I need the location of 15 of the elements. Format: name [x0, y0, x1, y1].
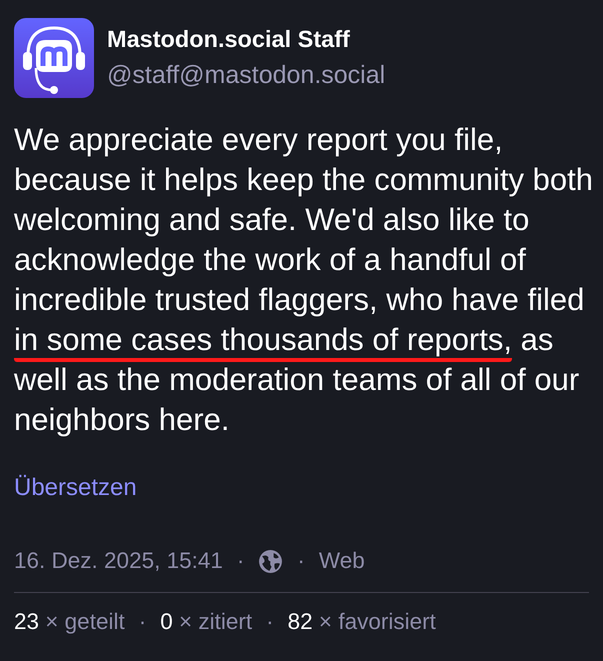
- globe-icon: [258, 548, 284, 574]
- post-text: We appreciate every report you file, because it helps keep the community both welcoming and safe. We'd also like to acknowledge the work of a handful of incredible trusted flaggers, who have filed in some cases thousands of reports, as well as the moderation teams of all of our neighbors here.: [14, 121, 594, 439]
- stat-link[interactable]: 82 × favorisiert: [288, 609, 436, 635]
- display-name[interactable]: Mastodon.social Staff: [107, 26, 386, 53]
- separator-dot: ·: [297, 548, 305, 574]
- separator-dot: ·: [266, 609, 274, 635]
- stat-link[interactable]: 0 × zitiert: [160, 609, 252, 635]
- stat-link[interactable]: 23 × geteilt: [14, 609, 125, 635]
- translate-link[interactable]: Übersetzen: [14, 474, 137, 502]
- separator-dot: ·: [236, 548, 244, 574]
- post-date[interactable]: 16. Dez. 2025, 15:41: [14, 548, 223, 574]
- post-source: Web: [318, 548, 365, 574]
- separator-dot: ·: [138, 609, 146, 635]
- avatar[interactable]: [14, 18, 94, 98]
- account-handle[interactable]: @staff@mastodon.social: [107, 61, 386, 90]
